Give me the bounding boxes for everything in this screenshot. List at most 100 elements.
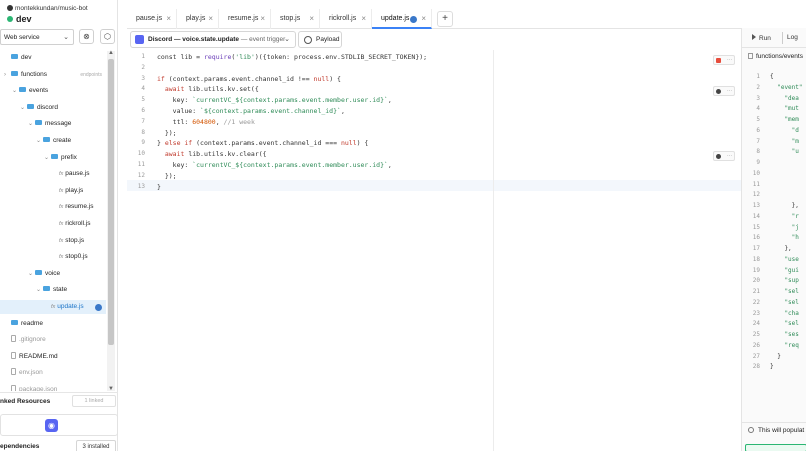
caret-icon[interactable]: › [4, 68, 11, 82]
caret-icon[interactable]: ⌄ [20, 101, 27, 115]
run-button[interactable]: Run [752, 34, 771, 42]
scrollbar-thumb[interactable] [108, 59, 114, 345]
tab-label: stop.js [280, 15, 301, 22]
tab-rickroll-js[interactable]: rickroll.js × [320, 9, 372, 29]
more-icon: ··· [727, 153, 732, 159]
discord-resource-card[interactable]: ◉ [0, 414, 118, 436]
code-token: 'lib' [235, 53, 255, 61]
close-icon[interactable]: × [421, 9, 426, 29]
code-token: const lib = [157, 53, 204, 61]
tree-item-label: stop0.js [65, 253, 88, 261]
tree-file--gitignore[interactable]: .gitignore [0, 333, 106, 347]
chevron-down-icon: ⌄ [284, 36, 290, 43]
json-line: "use [770, 255, 799, 263]
block-control-1[interactable]: ··· [713, 55, 735, 65]
tree-folder-discord[interactable]: ⌄ discord [0, 101, 106, 115]
tree-file-stop-js[interactable]: fx stop.js [0, 234, 106, 248]
json-line: "sel [770, 298, 799, 306]
code-token: await [164, 150, 185, 159]
caret-icon[interactable]: ⌄ [36, 283, 43, 297]
tab-update-js[interactable]: update.js × [372, 9, 432, 29]
tree-file-package-json[interactable]: package.json [0, 383, 106, 391]
tab-stop-js[interactable]: stop.js × [271, 9, 320, 29]
line-number: 2 [756, 83, 760, 91]
line-number: 4 [141, 85, 145, 93]
tree-folder-message[interactable]: ⌄ message [0, 117, 106, 131]
tree-folder-events[interactable]: ⌄ events [0, 84, 106, 98]
event-trigger-select[interactable]: Discord — voice.state.update — event tri… [130, 31, 296, 48]
close-icon[interactable]: × [309, 9, 314, 29]
tree-folder-prefix[interactable]: ⌄ prefix [0, 151, 106, 165]
code-line: await lib.utils.kv.set({ [157, 85, 259, 93]
tree-folder-functions[interactable]: › functions endpoints [0, 68, 106, 82]
json-line: "sel [770, 288, 799, 295]
tree-file-env-json[interactable]: env.json [0, 366, 106, 380]
block-control-2[interactable]: ··· [713, 86, 735, 96]
code-token: (context.params.event.channel_id !== [164, 74, 314, 83]
function-icon: fx [59, 171, 64, 178]
environment-select[interactable]: Web service ⌄ [0, 29, 74, 45]
code-token: ttl: [157, 117, 193, 126]
tab-play-js[interactable]: play.js × [177, 9, 219, 29]
tree-folder-state[interactable]: ⌄ state [0, 283, 106, 297]
tree-item-label: pause.js [65, 170, 90, 178]
logs-tab[interactable]: Log [787, 34, 798, 41]
close-icon[interactable]: × [260, 9, 265, 29]
folder-icon [43, 137, 50, 142]
code-editor[interactable]: 1 const lib = require('lib')({token: proc… [127, 50, 741, 451]
tree-file-stop0-js[interactable]: fx stop0.js [0, 250, 106, 264]
gear-icon[interactable] [95, 304, 102, 311]
editor-tab-bar: + pause.js × play.js × resume.js × stop.js × ric… [127, 9, 741, 29]
payload-button[interactable]: Payload [298, 31, 342, 48]
tree-folder-readme[interactable]: readme [0, 317, 106, 331]
tree-item-label: rickroll.js [65, 220, 91, 227]
new-tab-button[interactable]: + [437, 11, 453, 27]
close-icon[interactable]: × [361, 9, 366, 29]
tree-file-rickroll-js[interactable]: fx rickroll.js [0, 217, 106, 231]
tab-resume-js[interactable]: resume.js × [219, 9, 271, 29]
close-icon[interactable]: × [208, 9, 213, 29]
file-tree-scrollbar[interactable]: ▲ ▼ [107, 50, 115, 392]
dependencies-label: ependencies [0, 443, 40, 450]
gear-icon [410, 16, 417, 23]
linked-count-badge[interactable]: 1 linked [72, 395, 116, 407]
json-line: "req [770, 341, 799, 349]
tree-item-label: state [53, 286, 68, 294]
tree-file-update-js[interactable]: fx update.js [0, 300, 106, 314]
json-line: "mem [770, 116, 799, 123]
dependencies-header: ependencies 3 installed [0, 440, 118, 451]
tree-file-play-js[interactable]: fx play.js [0, 184, 106, 198]
tree-item-label: env.json [19, 369, 43, 377]
linked-resources-label: nked Resources [0, 398, 51, 405]
folder-icon [51, 153, 58, 159]
code-token: `currentVC_${context.params.event.member… [192, 161, 388, 169]
tree-item-label: discord [37, 103, 58, 111]
caret-icon[interactable]: ⌄ [44, 151, 51, 165]
caret-icon[interactable]: ⌄ [28, 267, 35, 281]
code-token: }); [157, 128, 177, 137]
tree-folder-create[interactable]: ⌄ create [0, 134, 106, 148]
tree-folder-dev[interactable]: dev [0, 51, 106, 65]
scroll-up-icon[interactable]: ▲ [108, 50, 114, 56]
caret-icon[interactable]: ⌄ [28, 117, 35, 131]
tree-file-pause-js[interactable]: fx pause.js [0, 167, 106, 181]
caret-icon[interactable]: ⌄ [12, 84, 19, 98]
project-owner[interactable]: montekkundan/music-bot [7, 5, 88, 12]
close-icon[interactable]: × [166, 9, 171, 29]
dependencies-count-button[interactable]: 3 installed [76, 440, 116, 451]
tree-file-readme-md[interactable]: README.md [0, 350, 106, 364]
caret-icon[interactable]: ⌄ [36, 134, 43, 148]
filter-button[interactable]: ⊗ [79, 29, 94, 44]
code-line: key: `currentVC_${context.params.event.m… [157, 96, 392, 104]
block-control-3[interactable]: ··· [713, 151, 735, 161]
code-token: 604800 [192, 117, 216, 126]
code-token: }); [157, 171, 177, 180]
green-action-button[interactable] [745, 444, 806, 451]
tab-pause-js[interactable]: pause.js × [127, 9, 177, 29]
tree-folder-voice[interactable]: ⌄ voice [0, 267, 106, 281]
tree-file-resume-js[interactable]: fx resume.js [0, 200, 106, 214]
package-button[interactable]: ⬡ [100, 29, 115, 44]
code-line: if (context.params.event.channel_id !== … [157, 75, 341, 83]
folder-icon [35, 269, 42, 275]
json-line: } [770, 363, 774, 371]
